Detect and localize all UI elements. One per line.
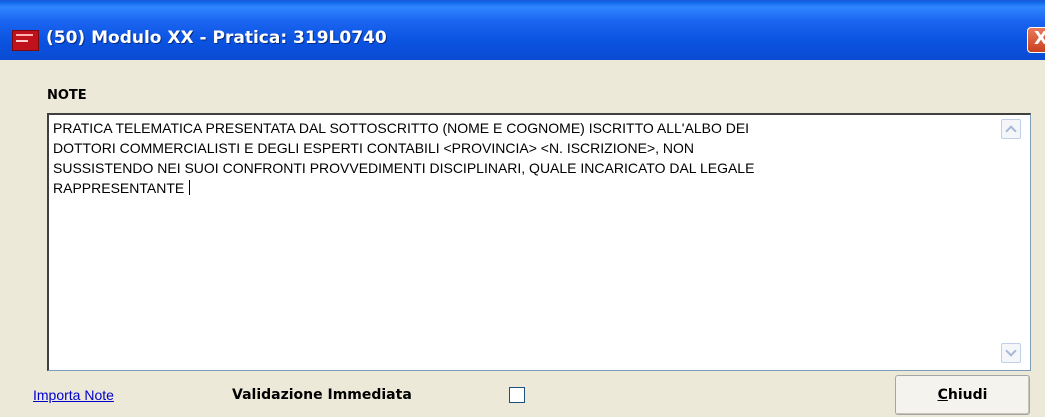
validation-checkbox[interactable] — [509, 387, 525, 403]
notes-label: NOTE — [47, 88, 87, 103]
window-title: (50) Modulo XX - Pratica: 319L0740 — [46, 28, 387, 48]
window-close-button[interactable]: X — [1027, 27, 1045, 53]
notes-text[interactable]: PRATICA TELEMATICA PRESENTATA DAL SOTTOS… — [53, 118, 983, 198]
close-button-label: hiudi — [947, 387, 988, 403]
app-logo-icon — [12, 30, 39, 51]
notes-text-content: PRATICA TELEMATICA PRESENTATA DAL SOTTOS… — [53, 120, 755, 196]
title-bar[interactable]: (50) Modulo XX - Pratica: 319L0740 X — [0, 0, 1045, 60]
text-caret — [189, 180, 191, 195]
import-notes-link[interactable]: Importa Note — [33, 387, 114, 403]
close-button[interactable]: Chiudi — [895, 375, 1030, 415]
validation-label: Validazione Immediata — [232, 387, 412, 403]
close-button-mnemonic: C — [937, 387, 948, 403]
scroll-up-button[interactable] — [1001, 119, 1021, 139]
scroll-down-button[interactable] — [1001, 343, 1021, 363]
